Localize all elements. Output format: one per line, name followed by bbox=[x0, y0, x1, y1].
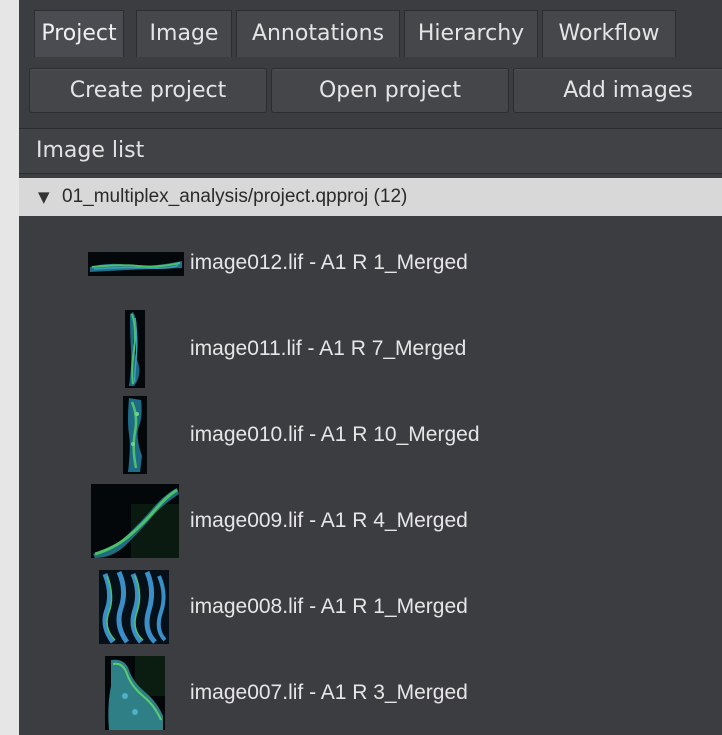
list-item[interactable]: image008.lif - A1 R 1_Merged bbox=[19, 564, 722, 650]
image-name-label: image007.lif - A1 R 3_Merged bbox=[190, 681, 468, 704]
list-item[interactable]: image010.lif - A1 R 10_Merged bbox=[19, 392, 722, 478]
image-thumbnail bbox=[123, 396, 147, 474]
image-list-header: Image list bbox=[19, 128, 722, 174]
image-name-label: image010.lif - A1 R 10_Merged bbox=[190, 423, 480, 446]
list-item[interactable]: image012.lif - A1 R 1_Merged bbox=[19, 220, 722, 306]
tab-image[interactable]: Image bbox=[136, 10, 232, 57]
image-name-label: image012.lif - A1 R 1_Merged bbox=[190, 251, 468, 274]
tab-annotations[interactable]: Annotations bbox=[236, 10, 400, 57]
image-list-title: Image list bbox=[36, 138, 145, 163]
image-thumbnail bbox=[91, 484, 179, 558]
image-list: ▼ 01_multiplex_analysis/project.qpproj (… bbox=[19, 174, 722, 735]
open-project-button[interactable]: Open project bbox=[271, 68, 509, 113]
project-path-label: 01_multiplex_analysis/project.qpproj (12… bbox=[62, 186, 408, 207]
image-name-label: image009.lif - A1 R 4_Merged bbox=[190, 509, 468, 532]
triangle-down-icon[interactable]: ▼ bbox=[38, 178, 50, 216]
tab-bar: Project Image Annotations Hierarchy Work… bbox=[19, 0, 722, 59]
image-thumbnail bbox=[125, 310, 145, 388]
image-name-label: image008.lif - A1 R 1_Merged bbox=[190, 595, 468, 618]
create-project-button[interactable]: Create project bbox=[29, 68, 267, 113]
image-thumbnail bbox=[99, 570, 169, 644]
tab-workflow[interactable]: Workflow bbox=[542, 10, 676, 57]
image-thumbnail bbox=[105, 656, 165, 730]
list-item[interactable]: image009.lif - A1 R 4_Merged bbox=[19, 478, 722, 564]
tab-project[interactable]: Project bbox=[34, 10, 124, 57]
tab-hierarchy[interactable]: Hierarchy bbox=[404, 10, 538, 57]
image-thumbnail bbox=[88, 252, 184, 276]
add-images-button[interactable]: Add images bbox=[513, 68, 722, 113]
project-toolbar: Create project Open project Add images bbox=[19, 58, 722, 120]
image-name-label: image011.lif - A1 R 7_Merged bbox=[190, 337, 467, 360]
list-item[interactable]: image007.lif - A1 R 3_Merged bbox=[19, 650, 722, 735]
list-item[interactable]: image011.lif - A1 R 7_Merged bbox=[19, 306, 722, 392]
project-tree-root[interactable]: ▼ 01_multiplex_analysis/project.qpproj (… bbox=[19, 178, 722, 216]
project-panel: Project Image Annotations Hierarchy Work… bbox=[19, 0, 722, 735]
